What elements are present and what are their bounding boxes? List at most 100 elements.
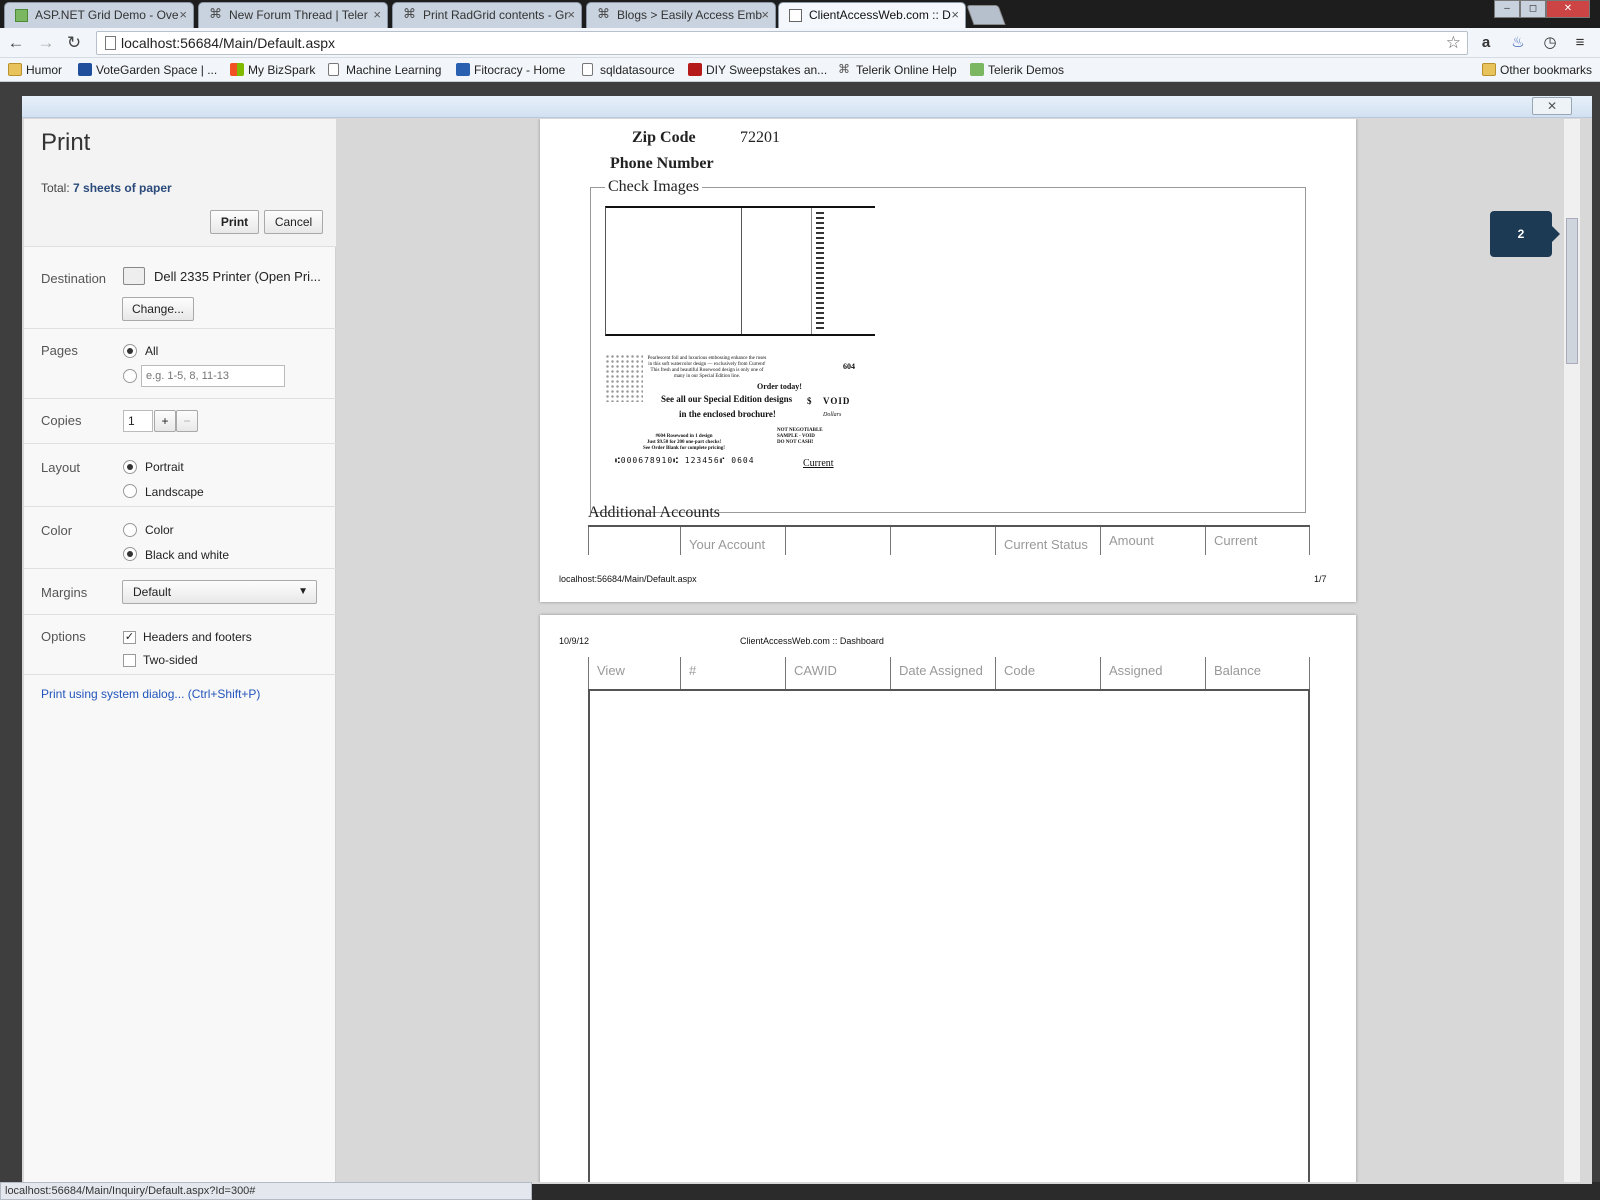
tab-title: New Forum Thread | Teler — [229, 8, 368, 22]
bookmark-telerik-help[interactable]: ⌘ Telerik Online Help — [836, 61, 957, 79]
address-bar[interactable]: localhost:56684/Main/Default.aspx ☆ — [96, 31, 1468, 55]
close-window-button[interactable]: ✕ — [1546, 0, 1590, 18]
windows-icon — [230, 63, 244, 76]
maximize-button[interactable]: ◻ — [1520, 0, 1546, 18]
tab-title: ASP.NET Grid Demo - Ove — [35, 8, 179, 22]
page-icon — [789, 9, 802, 22]
page-icon — [582, 63, 593, 76]
landscape-radio[interactable] — [123, 484, 137, 498]
two-sided-checkbox[interactable] — [123, 654, 136, 667]
new-tab-button[interactable] — [966, 5, 1006, 25]
tab-title: ClientAccessWeb.com :: D — [809, 8, 951, 22]
bookmark-label: Humor — [26, 63, 63, 77]
black-white-radio[interactable] — [123, 547, 137, 561]
back-button[interactable]: ← — [6, 33, 26, 53]
color-option-label: Color — [145, 523, 174, 537]
tab-client-access-web[interactable]: ClientAccessWeb.com :: D × — [778, 2, 966, 28]
pages-all-radio[interactable] — [123, 344, 137, 358]
close-tab-icon[interactable]: × — [179, 3, 187, 27]
check-micr-line: ⑆000678910⑆ 123456⑈ 0604 — [615, 456, 755, 465]
copies-increment-button[interactable]: + — [154, 410, 176, 432]
bookmark-label: VoteGarden Space | ... — [96, 63, 218, 77]
preview-scrollbar-thumb[interactable] — [1566, 218, 1578, 364]
tab-blogs[interactable]: ⌘ Blogs > Easily Access Emb × — [586, 2, 776, 28]
star-icon[interactable]: ☆ — [1446, 33, 1461, 53]
copies-input[interactable]: 1 — [123, 410, 153, 432]
forward-button[interactable]: → — [36, 33, 56, 53]
page-indicator-badge: 2 — [1490, 211, 1560, 257]
color-radio[interactable] — [123, 523, 137, 537]
telerik-icon: ⌘ — [403, 6, 416, 21]
check-promo-text: Pearlescent foil and luxurious embossing… — [647, 356, 767, 379]
bookmark-label: sqldatasource — [600, 63, 675, 77]
flame-icon[interactable]: ♨ — [1508, 33, 1528, 53]
bookmark-machine-learning[interactable]: Machine Learning — [326, 61, 441, 79]
accounts-col-amount: Amount — [1100, 527, 1205, 555]
close-tab-icon[interactable]: × — [951, 3, 959, 27]
bookmark-bizspark[interactable]: My BizSpark — [228, 61, 315, 79]
diy-icon — [688, 63, 702, 76]
clock-icon[interactable]: ◷ — [1540, 33, 1560, 53]
bookmark-humor[interactable]: Humor — [6, 61, 62, 79]
print-preview: Zip Code 72201 Phone Number Check Images… — [336, 119, 1572, 1182]
check-number: 604 — [843, 362, 855, 371]
print-button[interactable]: Print — [210, 210, 259, 234]
reload-button[interactable]: ↻ — [64, 33, 84, 53]
bookmark-sqldatasource[interactable]: sqldatasource — [580, 61, 675, 79]
chevron-down-icon: ▼ — [298, 586, 308, 597]
tab-print-radgrid[interactable]: ⌘ Print RadGrid contents - Gr × — [392, 2, 582, 28]
check-order-today: Order today! — [757, 382, 802, 391]
cancel-button[interactable]: Cancel — [264, 210, 323, 234]
close-tab-icon[interactable]: × — [373, 3, 381, 27]
amazon-icon[interactable]: a — [1476, 33, 1496, 53]
close-tab-icon[interactable]: × — [567, 3, 575, 27]
check-void: VOID — [823, 396, 851, 406]
close-tab-icon[interactable]: × — [761, 3, 769, 27]
page-icon — [328, 63, 339, 76]
tab-forum-thread[interactable]: ⌘ New Forum Thread | Teler × — [198, 2, 388, 28]
telerik-icon: ⌘ — [209, 6, 222, 21]
accounts-col-current: Current — [1205, 527, 1310, 555]
total-prefix: Total: — [41, 181, 74, 195]
grid-col-code: Code — [995, 657, 1100, 689]
other-bookmarks[interactable]: Other bookmarks — [1480, 61, 1592, 79]
phone-label: Phone Number — [610, 155, 714, 172]
bookmarks-bar: Humor VoteGarden Space | ... My BizSpark… — [0, 58, 1600, 82]
black-white-label: Black and white — [145, 548, 230, 562]
check-back-image — [605, 206, 875, 336]
print-total: Total: 7 sheets of paper — [41, 181, 172, 195]
accounts-table-header: Your Account Current Status Amount Curre… — [588, 525, 1310, 555]
margins-select[interactable]: Default ▼ — [122, 580, 317, 604]
two-sided-label: Two-sided — [143, 653, 198, 667]
check-brochure: in the enclosed brochure! — [679, 409, 776, 419]
pages-all-label: All — [145, 344, 159, 358]
pages-custom-radio[interactable] — [123, 369, 137, 383]
system-dialog-link[interactable]: Print using system dialog... (Ctrl+Shift… — [41, 687, 260, 701]
bookmark-diy-sweepstakes[interactable]: DIY Sweepstakes an... — [686, 61, 827, 79]
wrench-icon[interactable]: ≡ — [1570, 33, 1590, 53]
bookmark-telerik-demos[interactable]: Telerik Demos — [968, 61, 1064, 79]
zip-value: 72201 — [740, 129, 780, 146]
do-not-cash-text: DO NOT CASH! — [777, 440, 814, 445]
portrait-radio[interactable] — [123, 460, 137, 474]
copies-decrement-button[interactable]: − — [176, 410, 198, 432]
bookmark-label: Telerik Demos — [988, 63, 1065, 77]
accounts-col-blank-3 — [890, 527, 995, 555]
headers-footers-checkbox[interactable]: ✓ — [123, 631, 136, 644]
landscape-label: Landscape — [145, 485, 204, 499]
additional-accounts-heading: Additional Accounts — [588, 504, 720, 521]
tab-grid-demo[interactable]: ASP.NET Grid Demo - Ove × — [4, 2, 194, 28]
bookmark-fitocracy[interactable]: Fitocracy - Home — [454, 61, 565, 79]
dialog-close-button[interactable]: ✕ — [1532, 97, 1572, 115]
destination-value: Dell 2335 Printer (Open Pri... — [154, 269, 321, 284]
bookmark-votegarden[interactable]: VoteGarden Space | ... — [76, 61, 217, 79]
minimize-button[interactable]: ‒ — [1494, 0, 1520, 18]
pages-range-input[interactable] — [141, 365, 285, 387]
tab-title: Blogs > Easily Access Emb — [617, 8, 763, 22]
bookmark-label: My BizSpark — [248, 63, 316, 77]
check-pricing: #604 Rosewood in 1 design Just $9.50 for… — [639, 434, 729, 452]
address-url[interactable]: localhost:56684/Main/Default.aspx — [121, 35, 335, 51]
change-destination-button[interactable]: Change... — [122, 297, 194, 321]
grid-col-date-assigned: Date Assigned — [890, 657, 995, 689]
margins-value: Default — [133, 585, 172, 599]
